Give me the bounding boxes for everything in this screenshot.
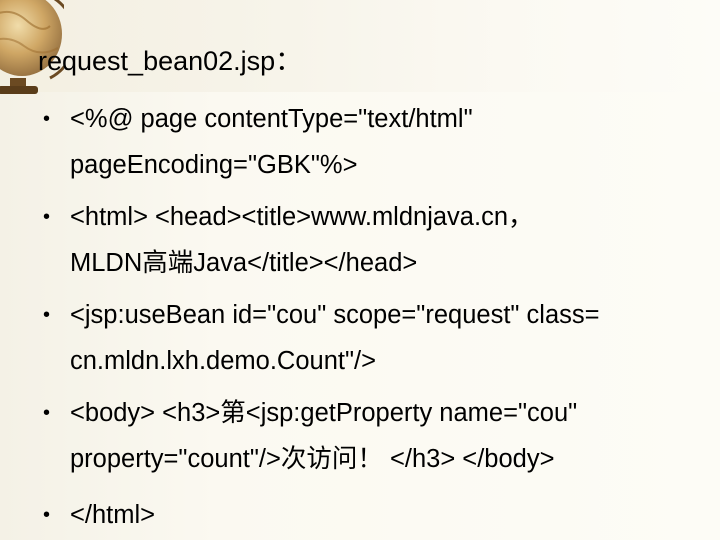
bullet-line: property="count"/>次访问！ </h3> </body> [70,445,555,473]
bullet-line: <jsp:useBean id="cou" scope="request" cl… [70,301,600,329]
bullet-line: MLDN高端Java</title></head> [70,249,418,277]
bullet-line: pageEncoding="GBK"%> [70,151,358,179]
bullet-line: cn.mldn.lxh.demo.Count"/> [70,347,376,375]
bullet-text: <body> <h3>第<jsp:getProperty name="cou" … [70,390,720,482]
bullet-marker: • [43,304,51,326]
bullet-line: <body> <h3>第<jsp:getProperty name="cou" [70,399,578,427]
bullet-line: <%@ page contentType="text/html" [70,105,473,133]
bullet-text: <html> <head><title>www.mldnjava.cn， MLD… [70,194,720,286]
bullet-marker: • [43,504,51,526]
bullet-marker: • [43,206,51,228]
bullet-text: <%@ page contentType="text/html" pageEnc… [70,96,720,188]
bullet-marker: • [43,108,51,130]
bullet-line: </html> [70,501,156,529]
bullet-text: <jsp:useBean id="cou" scope="request" cl… [70,292,720,384]
slide-title: request_bean02.jsp： [38,46,303,76]
bullet-text: </html> [70,492,720,538]
bullet-marker: • [43,402,51,424]
bullet-line: <html> <head><title>www.mldnjava.cn， [70,203,534,231]
